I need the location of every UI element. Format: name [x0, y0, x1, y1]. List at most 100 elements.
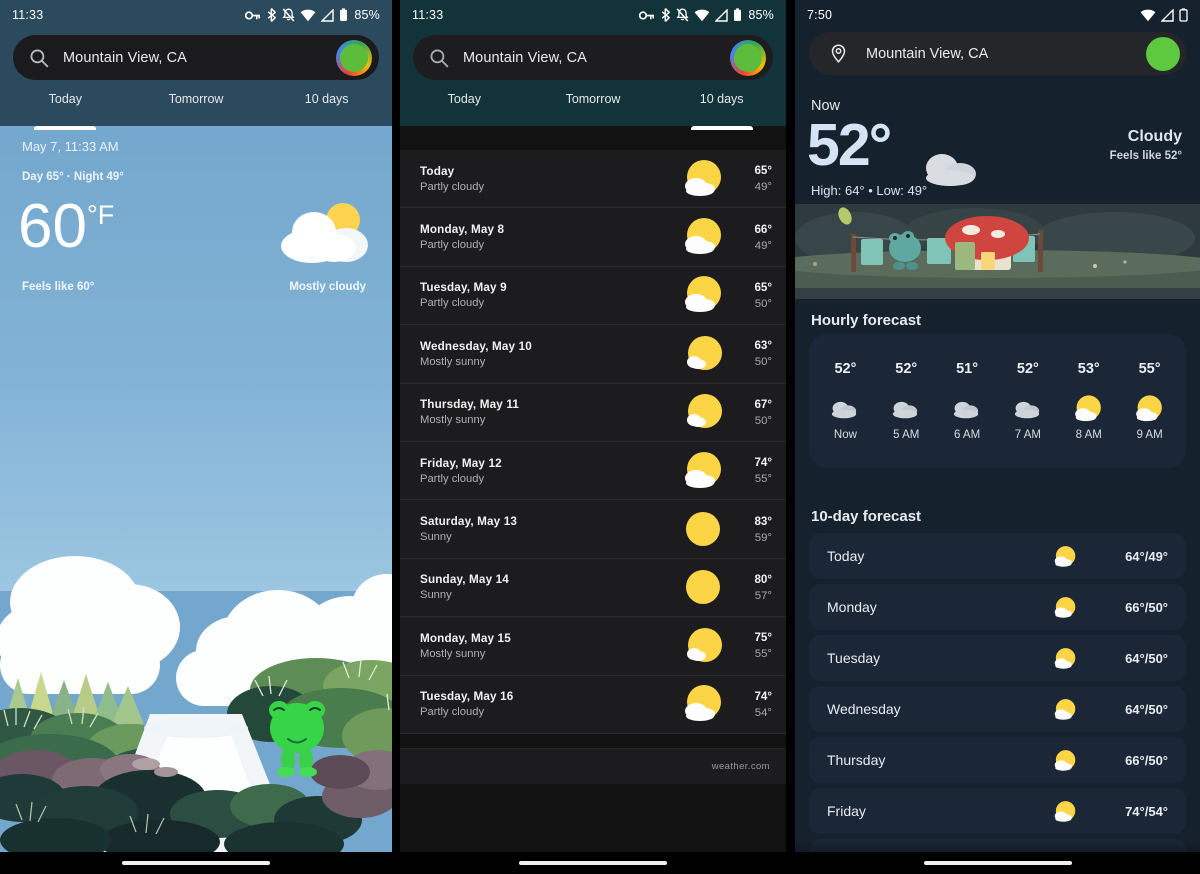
forecast-day-row[interactable]: Monday 66°/50° — [809, 584, 1186, 630]
home-gesture-pill[interactable] — [122, 861, 270, 865]
status-icon-group: 85% — [245, 8, 380, 22]
sun-behind-cloud-icon — [685, 159, 721, 196]
forecast-day-row[interactable]: Tuesday, May 16 Partly cloudy 74° 54° — [400, 675, 786, 734]
day-info: Wednesday, May 10 Mostly sunny — [420, 340, 682, 368]
forecast-day-row[interactable]: Friday, May 12 Partly cloudy 74° 55° — [400, 441, 786, 501]
sun-behind-cloud-icon — [1054, 648, 1076, 669]
weather-icon — [682, 274, 724, 316]
tab-bar: Today Tomorrow 10 days — [400, 86, 786, 130]
temperature-pair: 67° 50° — [738, 398, 772, 427]
tab-10-days[interactable]: 10 days — [657, 86, 786, 130]
condition-label: Partly cloudy — [420, 180, 485, 193]
current-temperature: 60°F — [18, 196, 114, 258]
tab-tomorrow[interactable]: Tomorrow — [131, 86, 262, 126]
battery-percent: 85% — [748, 8, 774, 22]
cell-signal-icon — [1161, 8, 1174, 22]
search-bar[interactable]: Mountain View, CA — [413, 35, 773, 80]
location-bar[interactable]: Mountain View, CA — [809, 32, 1186, 75]
high-temp: 65° — [754, 280, 772, 294]
forecast-day-row[interactable]: Saturday, May 13 Sunny 83° 59° — [400, 500, 786, 559]
hourly-forecast-cell[interactable]: 52° 7 AM — [1000, 361, 1056, 441]
tab-label: Tomorrow — [168, 92, 224, 106]
hourly-forecast-cell[interactable]: 55° 9 AM — [1122, 361, 1178, 441]
search-bar[interactable]: Mountain View, CA — [13, 35, 379, 80]
hourly-forecast-cell[interactable]: 53° 8 AM — [1061, 361, 1117, 441]
status-bar: 7:50 — [795, 0, 1200, 30]
tab-today[interactable]: Today — [0, 86, 131, 130]
weather-attribution[interactable]: weather.com — [400, 748, 786, 784]
weather-icon — [1053, 545, 1079, 567]
temperature-pair: 80° 57° — [738, 573, 772, 602]
cloudy-icon — [1014, 401, 1040, 419]
condition-label: Mostly sunny — [420, 355, 486, 368]
current-temperature: 52° — [807, 112, 892, 178]
low-temp: 49° — [754, 181, 772, 194]
forecast-day-row[interactable]: Today 64°/49° — [809, 533, 1186, 579]
temperature-pair: 74° 55° — [738, 456, 772, 485]
search-input[interactable]: Mountain View, CA — [463, 50, 730, 66]
tab-tomorrow[interactable]: Tomorrow — [529, 86, 658, 126]
tab-active-indicator — [34, 126, 97, 130]
forecast-day-row[interactable]: Monday, May 15 Mostly sunny 75° 55° — [400, 617, 786, 676]
hourly-forecast-cell[interactable]: 52° 5 AM — [878, 361, 934, 441]
hourly-forecast-cell[interactable]: 51° 6 AM — [939, 361, 995, 441]
avatar[interactable] — [336, 39, 372, 76]
forecast-day-row[interactable]: Wednesday 64°/50° — [809, 686, 1186, 732]
wifi-icon — [694, 9, 710, 21]
sun-behind-cloud-icon — [1054, 597, 1076, 618]
status-icon-group: 85% — [639, 8, 774, 22]
forecast-day-row[interactable]: Friday 74°/54° — [809, 788, 1186, 834]
hour-label: 6 AM — [953, 429, 981, 441]
day-label: Friday, May 12 — [420, 456, 502, 470]
forecast-day-row[interactable]: Tuesday, May 9 Partly cloudy 65° 50° — [400, 266, 786, 326]
hour-temp: 55° — [1138, 361, 1161, 377]
hourly-forecast-card[interactable]: 52° Now 52° 5 AM 51° 6 AM 52° 7 AM 53° 8 AM 55° 9 A… — [809, 334, 1186, 468]
tab-label: Today — [447, 92, 482, 106]
high-temp: 83° — [754, 514, 772, 528]
weather-icon — [682, 508, 724, 550]
avatar[interactable] — [1146, 36, 1180, 71]
tab-today[interactable]: Today — [400, 86, 529, 126]
day-info: Monday, May 8 Partly cloudy — [420, 223, 682, 251]
sun-behind-cloud-icon — [1135, 395, 1162, 422]
forecast-day-row[interactable]: Thursday, May 11 Mostly sunny 67° 50° — [400, 383, 786, 442]
day-label: Tuesday, May 9 — [420, 281, 507, 295]
hourly-forecast-cell[interactable]: 52° Now — [817, 361, 873, 441]
search-icon — [430, 48, 449, 67]
search-input[interactable]: Mountain View, CA — [63, 50, 336, 66]
forecast-day-row[interactable]: Thursday 66°/50° — [809, 737, 1186, 783]
ten-day-forecast-card[interactable]: Today 64°/49° Monday 66°/50° Tuesday 64°/50° W… — [809, 533, 1186, 874]
current-datetime: May 7, 11:33 AM — [22, 139, 119, 154]
weather-icon — [682, 158, 724, 200]
forecast-day-row[interactable]: Monday, May 8 Partly cloudy 66° 49° — [400, 208, 786, 267]
hour-temp: 51° — [956, 361, 979, 377]
day-info: Saturday, May 13 Sunny — [420, 515, 682, 543]
sun-behind-cloud-icon — [1054, 699, 1076, 720]
home-gesture-pill[interactable] — [923, 861, 1072, 865]
panel2-header: 11:33 85% Mountain View, CA Today Tomorr… — [400, 0, 786, 130]
low-temp: 50° — [754, 414, 772, 427]
weather-icon — [1053, 647, 1079, 669]
avatar[interactable] — [730, 39, 766, 76]
phone-screenshot-10-days-tab: 11:33 85% Mountain View, CA Today Tomorr… — [400, 0, 786, 874]
day-label: Monday, May 8 — [420, 223, 505, 237]
cell-signal-icon — [321, 8, 335, 22]
current-conditions-hero: Now 52° Cloudy Feels like 52° High: 64° … — [795, 84, 1200, 299]
temperature-pair: 64°/49° — [1125, 548, 1168, 564]
location-label: Mountain View, CA — [866, 45, 989, 62]
temperature-pair: 66°/50° — [1125, 752, 1168, 768]
forecast-day-row[interactable]: Tuesday 64°/50° — [809, 635, 1186, 681]
home-gesture-pill[interactable] — [519, 861, 667, 865]
attribution-label: weather.com — [711, 761, 770, 772]
forecast-day-row[interactable]: Sunday, May 14 Sunny 80° 57° — [400, 558, 786, 618]
day-info: Tuesday, May 16 Partly cloudy — [420, 690, 682, 718]
tab-label: Tomorrow — [565, 92, 621, 106]
tab-10-days[interactable]: 10 days — [261, 86, 392, 126]
high-temp: 74° — [754, 456, 772, 470]
forecast-day-row[interactable]: Wednesday, May 10 Mostly sunny 63° 50° — [400, 325, 786, 384]
forecast-day-row[interactable]: Today Partly cloudy 65° 49° — [400, 150, 786, 209]
frog-character — [269, 701, 325, 777]
vpn-key-icon — [245, 10, 261, 20]
temperature-pair: 65° 49° — [738, 164, 772, 193]
mostly-sunny-icon — [687, 335, 722, 370]
